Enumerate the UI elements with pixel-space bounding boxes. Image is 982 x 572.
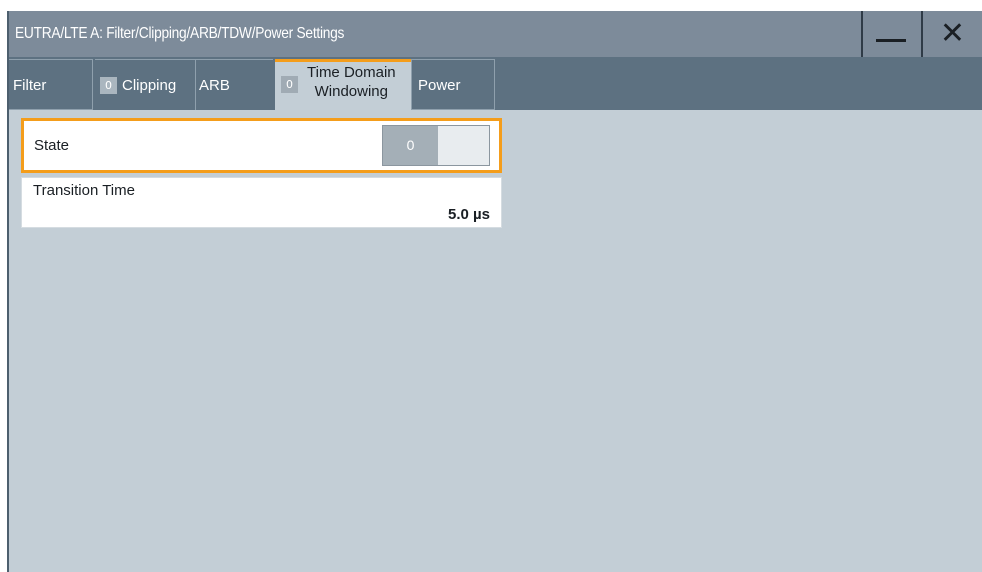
window-title: EUTRA/LTE A: Filter/Clipping/ARB/TDW/Pow… [15, 25, 345, 42]
tab-filter[interactable]: Filter [9, 59, 93, 110]
tab-power[interactable]: Power [411, 59, 495, 110]
tab-label: Time Domain Windowing [307, 64, 396, 100]
minimize-button[interactable] [861, 11, 919, 57]
transition-time-field[interactable]: Transition Time 5.0 µs [21, 177, 502, 228]
close-icon: ✕ [939, 17, 966, 50]
state-label: State [34, 137, 70, 154]
tab-label: Filter [13, 77, 47, 94]
tab-clipping[interactable]: 0 Clipping [95, 59, 195, 110]
tab-arb[interactable]: ARB [195, 59, 273, 110]
toggle-knob: 0 [383, 126, 438, 165]
tab-label: Power [418, 77, 461, 94]
state-toggle[interactable]: 0 [382, 125, 490, 166]
title-bar: EUTRA/LTE A: Filter/Clipping/ARB/TDW/Pow… [9, 11, 982, 57]
state-badge: 0 [281, 76, 298, 93]
state-badge: 0 [100, 77, 117, 94]
settings-window: EUTRA/LTE A: Filter/Clipping/ARB/TDW/Pow… [7, 11, 982, 572]
tab-bar: Filter 0 Clipping ARB 0 Time Domain Wind… [9, 57, 982, 110]
close-button[interactable]: ✕ [921, 11, 982, 57]
minimize-icon [876, 39, 906, 42]
transition-time-label: Transition Time [33, 182, 135, 199]
transition-time-value: 5.0 µs [447, 206, 490, 223]
state-setting: State 0 [21, 118, 502, 173]
tab-label: Clipping [122, 77, 177, 94]
tab-time-domain-windowing[interactable]: 0 Time Domain Windowing [275, 59, 411, 110]
tab-label: ARB [199, 77, 230, 94]
